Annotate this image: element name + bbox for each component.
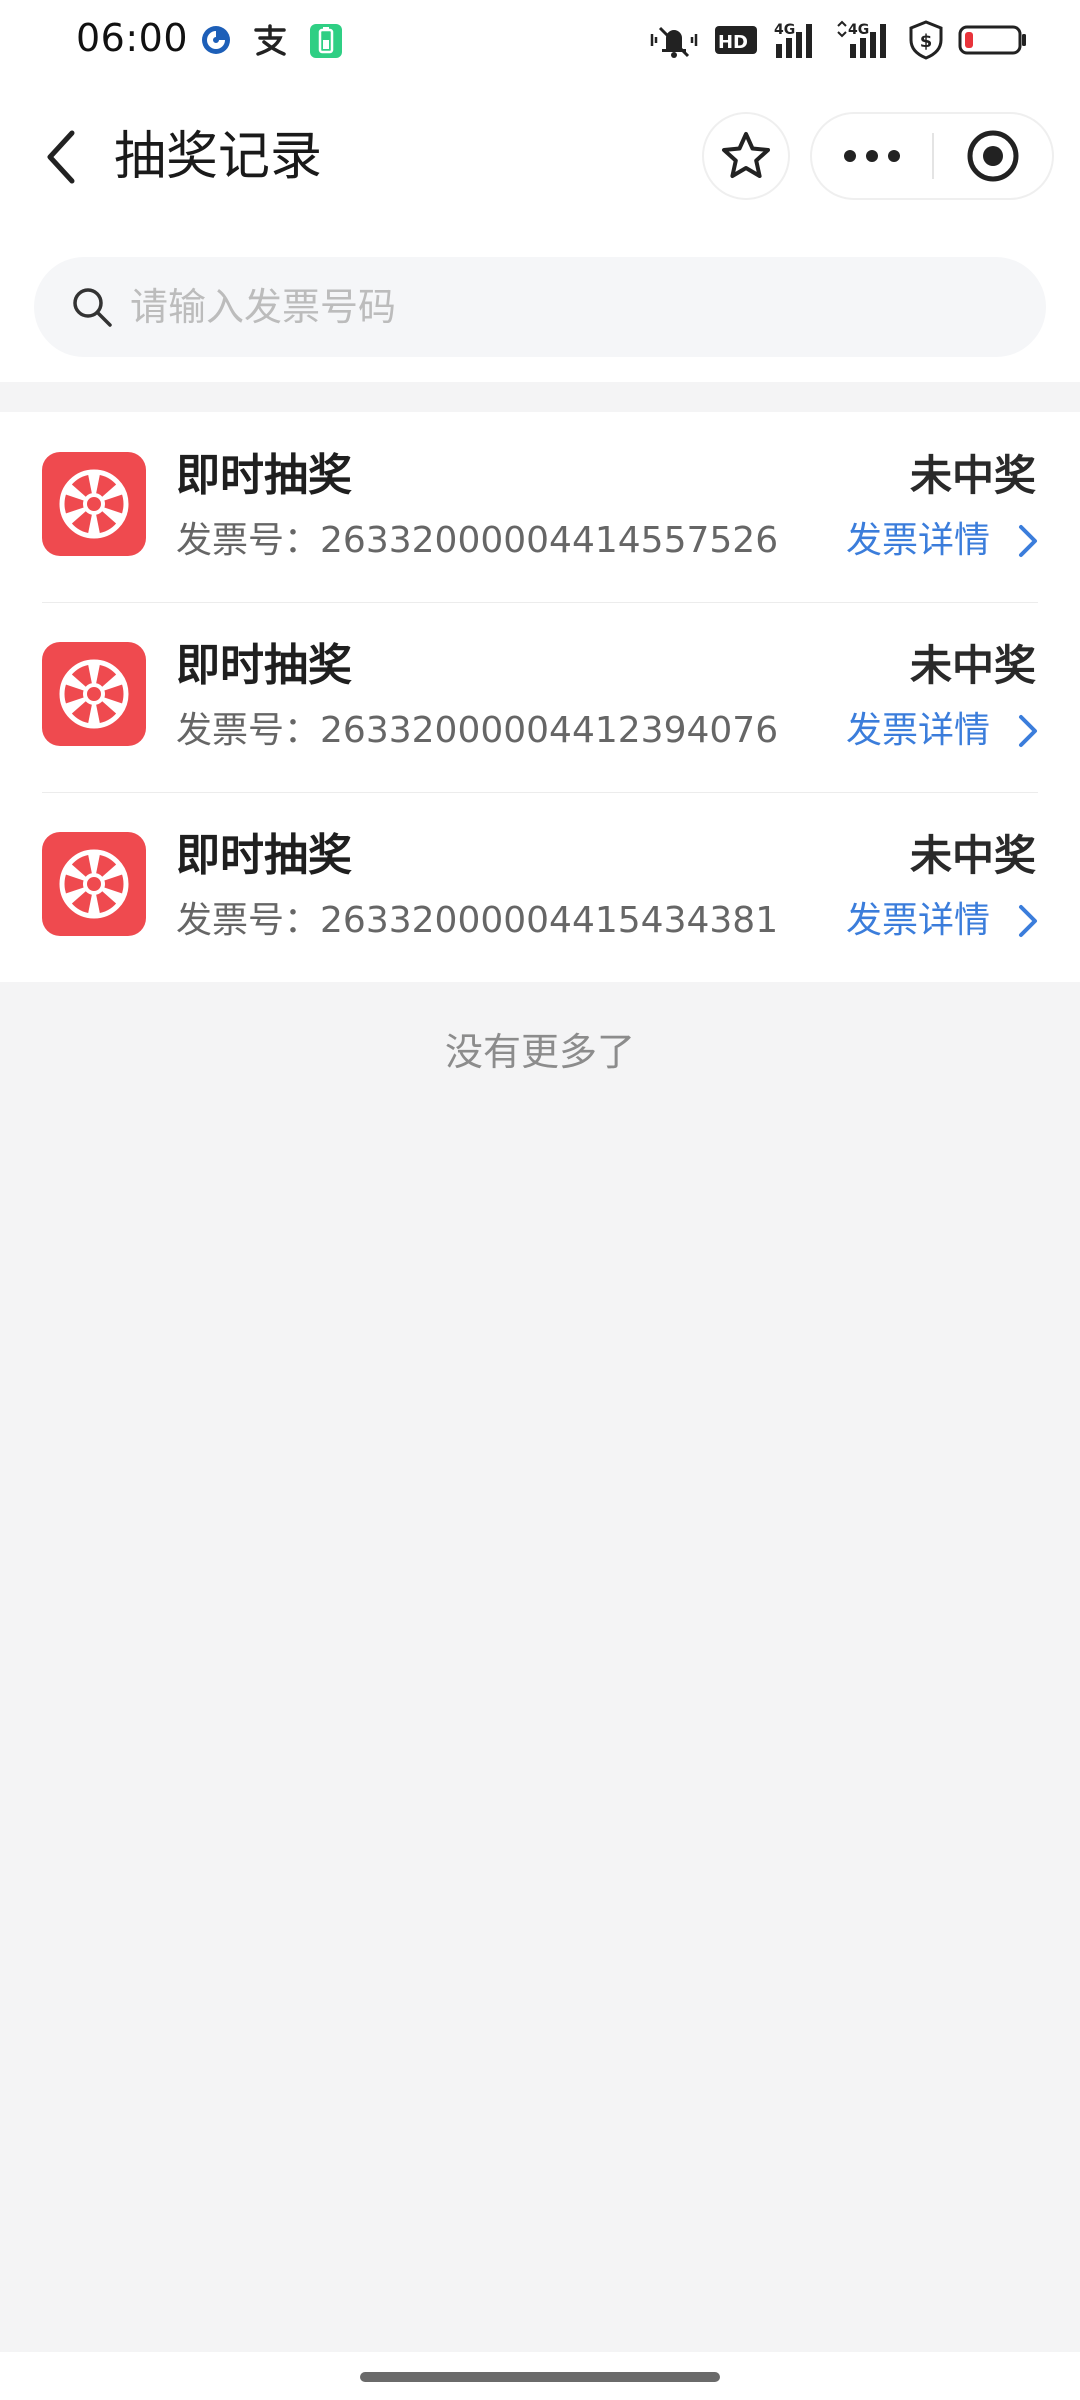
chevron-left-icon [47,130,75,184]
lottery-wheel-icon [42,832,146,936]
bank-icon [200,24,232,56]
close-miniprogram-button[interactable] [934,114,1052,198]
result-status: 未中奖 [909,641,1036,690]
chevron-right-icon [1016,521,1040,561]
nav-header: 抽奖记录 [0,82,1080,232]
battery-low-icon [958,24,1028,56]
status-bar: 06:00 HD 4G 4G $ [0,0,1080,82]
invoice-label: 发票号： [176,900,321,941]
gesture-bar [0,2352,1080,2400]
result-status: 未中奖 [909,831,1036,880]
invoice-number: 发票号：26332000004414557526 [176,516,778,566]
status-time: 06:00 [76,16,189,60]
record-title: 即时抽奖 [176,640,352,691]
lottery-record-list: 即时抽奖 发票号：26332000004414557526 未中奖 发票详情 即… [0,412,1080,982]
record-title: 即时抽奖 [176,450,352,501]
invoice-number-value: 26332000004414557526 [320,520,779,561]
favorite-button[interactable] [702,112,790,200]
record-title: 即时抽奖 [176,830,352,881]
net-label-2: 4G [848,22,869,38]
hd-label: HD [718,32,748,53]
mute-vibrate-icon [648,20,700,60]
star-icon [722,132,770,178]
invoice-number: 发票号：26332000004412394076 [176,706,778,756]
battery-saver-icon [308,20,344,60]
status-left-icons [200,20,344,60]
signal-4g-icon: 4G [772,20,820,60]
invoice-search-input[interactable] [128,284,1012,330]
lottery-wheel-icon [42,642,146,746]
target-close-icon [967,130,1019,182]
hd-icon: HD [714,24,758,56]
list-item: 即时抽奖 发票号：26332000004412394076 未中奖 发票详情 [0,602,1080,792]
mini-program-capsule [810,112,1054,200]
page-title: 抽奖记录 [114,127,323,187]
result-status: 未中奖 [909,451,1036,500]
more-dots-icon [844,150,900,162]
invoice-label: 发票号： [176,520,321,561]
search-box[interactable] [34,257,1046,357]
security-shield-icon: $ [908,20,944,60]
search-icon [70,285,114,329]
more-button[interactable] [812,114,932,198]
invoice-label: 发票号： [176,710,321,751]
signal-4g-2-icon: 4G [834,20,894,60]
chevron-right-icon [1016,901,1040,941]
list-item: 即时抽奖 发票号：26332000004415434381 未中奖 发票详情 [0,792,1080,982]
invoice-number-value: 26332000004412394076 [320,710,779,751]
invoice-number: 发票号：26332000004415434381 [176,896,778,946]
back-button[interactable] [30,122,90,192]
svg-text:$: $ [920,31,933,52]
search-section [0,232,1080,382]
invoice-detail-label: 发票详情 [845,710,990,751]
invoice-detail-label: 发票详情 [845,520,990,561]
invoice-number-value: 26332000004415434381 [320,900,779,941]
list-item: 即时抽奖 发票号：26332000004414557526 未中奖 发票详情 [0,412,1080,602]
net-label-1: 4G [774,22,795,38]
lottery-wheel-icon [42,452,146,556]
invoice-detail-link[interactable]: 发票详情 [846,896,1040,946]
home-indicator[interactable] [360,2372,720,2382]
alipay-icon [252,24,288,56]
status-right-icons: HD 4G 4G $ [648,20,1028,60]
invoice-detail-link[interactable]: 发票详情 [846,706,1040,756]
chevron-right-icon [1016,711,1040,751]
no-more-text: 没有更多了 [444,1030,635,1074]
invoice-detail-link[interactable]: 发票详情 [846,516,1040,566]
invoice-detail-label: 发票详情 [845,900,990,941]
